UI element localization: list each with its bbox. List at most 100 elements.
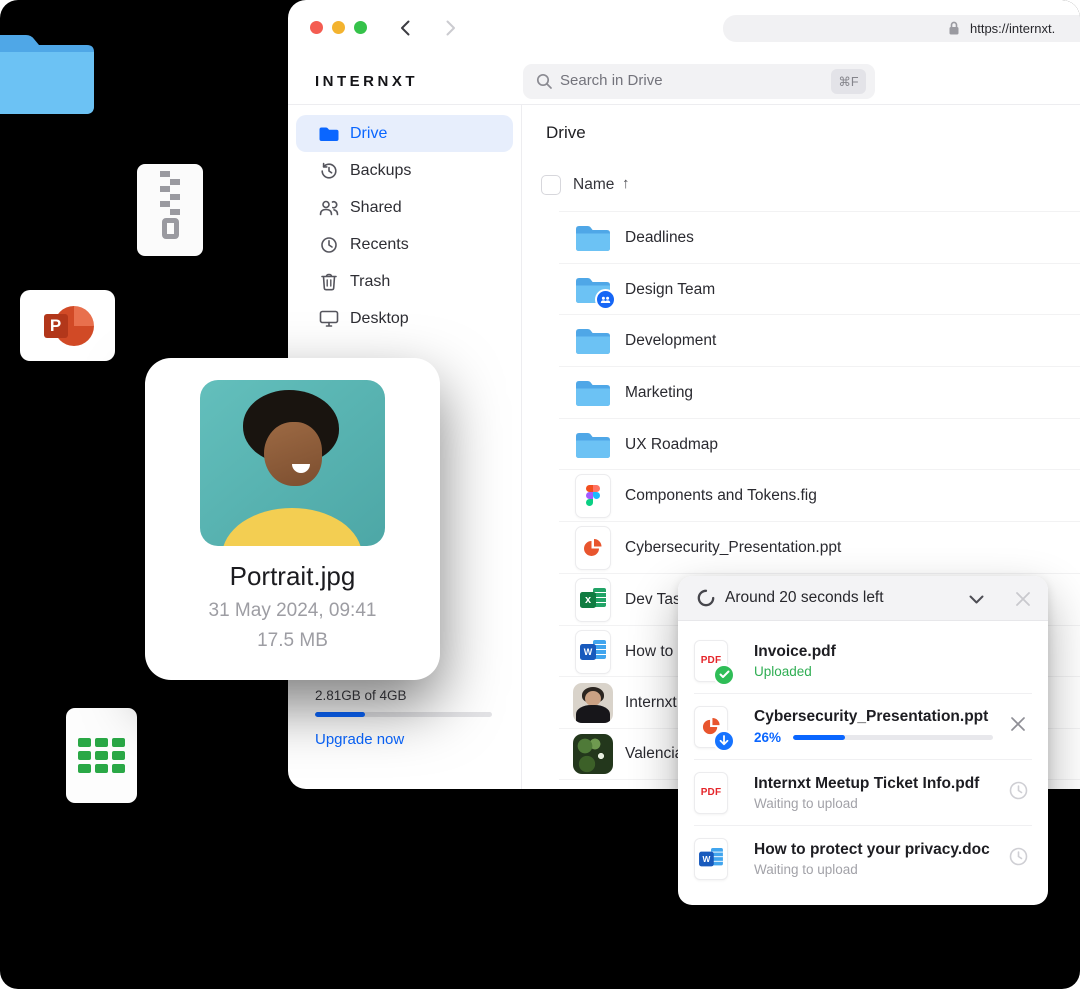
shared-folder-icon (573, 275, 613, 304)
close-window-button[interactable] (310, 21, 323, 34)
sidebar-item-label: Shared (350, 199, 402, 217)
sidebar-item-desktop[interactable]: Desktop (296, 300, 513, 337)
folder-icon (573, 326, 613, 355)
folder-icon (573, 378, 613, 407)
upload-item: PDF Invoice.pdf Uploaded (694, 628, 1032, 694)
powerpoint-logo-icon: P (44, 306, 92, 346)
sidebar-item-trash[interactable]: Trash (296, 263, 513, 300)
preview-date: 31 May 2024, 09:41 (145, 600, 440, 622)
file-name: Dev Tas (625, 591, 681, 609)
file-name: Components and Tokens.fig (625, 487, 817, 505)
upload-status: Waiting to upload (754, 862, 1008, 877)
upgrade-now-link[interactable]: Upgrade now (315, 731, 495, 748)
figma-file-icon (575, 474, 611, 518)
select-all-checkbox[interactable] (541, 175, 561, 195)
upload-file-name: How to protect your privacy.doc (754, 841, 1008, 859)
file-name: Design Team (625, 281, 715, 299)
upload-progress-fill (793, 735, 845, 740)
lock-icon (948, 21, 960, 41)
upload-progress-popup: Around 20 seconds left PDF Invoice.pdf U… (678, 576, 1048, 905)
uploading-badge-icon (713, 730, 735, 752)
sidebar-item-backups[interactable]: Backups (296, 152, 513, 189)
file-name: Cybersecurity_Presentation.ppt (625, 539, 841, 557)
waiting-clock-icon (1008, 846, 1030, 872)
upload-file-name: Cybersecurity_Presentation.ppt (754, 708, 1008, 726)
file-name: Valencia (625, 745, 683, 763)
spreadsheet-grid-icon (78, 738, 125, 773)
file-row[interactable]: Marketing (559, 366, 1080, 418)
clock-icon (318, 234, 340, 256)
word-file-icon: W (694, 838, 728, 880)
desktop-zip-file-icon[interactable] (137, 164, 203, 256)
file-name: Marketing (625, 384, 693, 402)
sidebar-item-drive[interactable]: Drive (296, 115, 513, 152)
close-popup-icon[interactable] (1013, 589, 1033, 614)
sidebar-item-label: Recents (350, 236, 409, 254)
image-thumbnail (573, 734, 613, 774)
file-row[interactable]: Cybersecurity_Presentation.ppt (559, 521, 1080, 573)
file-row[interactable]: Deadlines (559, 211, 1080, 263)
upload-file-name: Internxt Meetup Ticket Info.pdf (754, 775, 1008, 793)
spinner-icon (697, 589, 715, 612)
search-input[interactable]: Search in Drive ⌘F (523, 64, 875, 99)
file-row[interactable]: Design Team (559, 263, 1080, 315)
storage-progress-fill (315, 712, 365, 717)
waiting-clock-icon (1008, 780, 1030, 806)
pdf-file-icon: PDF (694, 772, 728, 814)
back-button[interactable] (396, 18, 416, 38)
excel-file-icon: x (575, 578, 611, 622)
sort-ascending-arrow[interactable]: ↑ (622, 175, 630, 192)
file-name: How to (625, 643, 673, 661)
file-row[interactable]: UX Roadmap (559, 418, 1080, 470)
column-header-name[interactable]: Name (573, 176, 614, 194)
desktop-background: P https://internxt. INTERNXT (0, 0, 1080, 989)
upload-file-name: Invoice.pdf (754, 643, 1032, 661)
preview-size: 17.5 MB (145, 630, 440, 652)
search-placeholder: Search in Drive (560, 72, 663, 89)
minimize-window-button[interactable] (332, 21, 345, 34)
page-title: Drive (546, 123, 586, 143)
upload-popup-header: Around 20 seconds left (678, 576, 1048, 621)
file-name: Internxt (625, 694, 677, 712)
sidebar-item-shared[interactable]: Shared (296, 189, 513, 226)
url-text: https://internxt. (970, 21, 1055, 36)
folder-icon (318, 123, 340, 145)
cancel-upload-icon[interactable] (1008, 714, 1030, 739)
shared-badge-icon (595, 289, 616, 310)
chevron-down-icon[interactable] (966, 589, 987, 615)
powerpoint-file-icon (694, 706, 728, 748)
sidebar-item-recents[interactable]: Recents (296, 226, 513, 263)
address-bar[interactable]: https://internxt. (723, 15, 1080, 42)
file-row[interactable]: Components and Tokens.fig (559, 469, 1080, 521)
storage-widget: 2.81GB of 4GB Upgrade now (315, 688, 495, 748)
check-badge-icon (713, 664, 735, 686)
header-divider (288, 104, 1080, 105)
monitor-icon (318, 308, 340, 330)
file-preview-card: Portrait.jpg 31 May 2024, 09:41 17.5 MB (145, 358, 440, 680)
history-icon (318, 160, 340, 182)
search-icon (536, 73, 553, 95)
image-thumbnail (573, 683, 613, 723)
sidebar-item-label: Desktop (350, 310, 409, 328)
internxt-logo: INTERNXT (315, 73, 418, 90)
storage-usage-label: 2.81GB of 4GB (315, 688, 495, 703)
word-file-icon: W (575, 630, 611, 674)
upload-time-remaining: Around 20 seconds left (725, 589, 884, 607)
search-shortcut-badge: ⌘F (831, 69, 866, 94)
powerpoint-file-icon (575, 526, 611, 570)
file-row[interactable]: Development (559, 314, 1080, 366)
desktop-folder-icon[interactable] (0, 28, 96, 121)
desktop-powerpoint-file-icon[interactable]: P (20, 290, 115, 361)
forward-button[interactable] (440, 18, 460, 38)
sidebar-item-label: Backups (350, 162, 411, 180)
file-name: UX Roadmap (625, 436, 718, 454)
people-icon (318, 197, 340, 219)
preview-filename: Portrait.jpg (145, 561, 440, 592)
sidebar-divider (521, 104, 522, 789)
desktop-spreadsheet-file-icon[interactable] (66, 708, 137, 803)
portrait-image (200, 380, 385, 546)
file-name: Deadlines (625, 229, 694, 247)
upload-progress-track (793, 735, 993, 740)
zoom-window-button[interactable] (354, 21, 367, 34)
sidebar-item-label: Drive (350, 125, 387, 143)
